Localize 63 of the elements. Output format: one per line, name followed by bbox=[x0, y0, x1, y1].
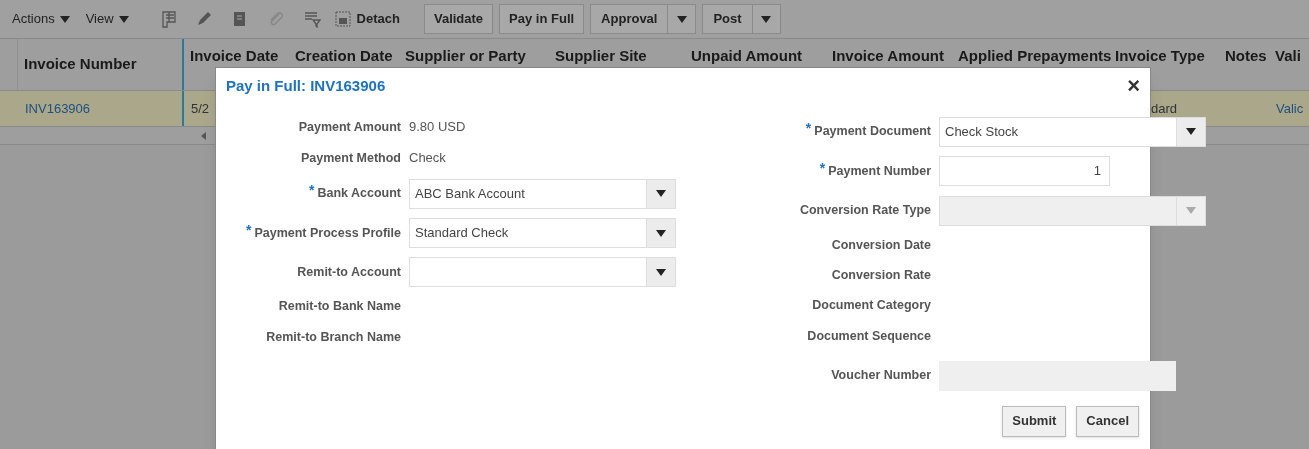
column-header[interactable]: Unpaid Amount bbox=[691, 47, 803, 65]
column-header[interactable]: Invoice Date bbox=[190, 47, 279, 65]
caret-icon bbox=[656, 268, 666, 276]
field-label: Payment Number bbox=[828, 162, 931, 180]
column-header[interactable]: Applied Prepayments bbox=[958, 47, 1112, 65]
column-header[interactable]: Vali bbox=[1275, 47, 1301, 65]
table-cell[interactable]: Valic bbox=[1276, 98, 1304, 119]
field-label: Remit-to Branch Name bbox=[266, 328, 401, 346]
field-label: Conversion Rate Type bbox=[799, 202, 931, 220]
column-header[interactable]: Notes bbox=[1225, 47, 1267, 65]
required-mark: * bbox=[245, 220, 252, 240]
toolbar-button[interactable]: Pay in Full bbox=[499, 4, 585, 34]
field-label: Conversion Date bbox=[831, 236, 931, 254]
split-button[interactable]: Approval bbox=[590, 4, 697, 34]
column-header[interactable]: Supplier or Party bbox=[405, 47, 526, 65]
field-label: Conversion Rate bbox=[831, 266, 931, 284]
field-label: Document Sequence bbox=[807, 327, 931, 345]
dialog-title: Pay in Full: INV163906 bbox=[226, 76, 386, 96]
filter-list-icon[interactable] bbox=[302, 10, 321, 28]
field-label: Remit-to Account bbox=[297, 263, 401, 281]
number-field[interactable]: 1 bbox=[939, 156, 1110, 186]
column-header[interactable]: Invoice Type bbox=[1115, 47, 1205, 65]
field-label: Payment Amount bbox=[298, 118, 401, 136]
menu-button[interactable]: View bbox=[85, 9, 129, 29]
detach-icon bbox=[334, 11, 351, 27]
caret-icon bbox=[1186, 207, 1196, 214]
toolbar-button[interactable]: Validate bbox=[423, 4, 494, 34]
required-mark: * bbox=[805, 119, 812, 138]
required-mark: * bbox=[308, 181, 315, 200]
column-header[interactable]: Invoice Number bbox=[24, 55, 137, 73]
dropdown-field[interactable] bbox=[409, 257, 676, 287]
dropdown-field[interactable]: Standard Check bbox=[409, 218, 676, 248]
caret-icon bbox=[59, 15, 70, 23]
dialog-button[interactable]: Submit bbox=[1002, 405, 1067, 437]
field-label: Remit-to Bank Name bbox=[278, 298, 401, 316]
required-mark: * bbox=[819, 158, 826, 178]
caret-icon bbox=[118, 15, 129, 23]
dropdown-field[interactable]: ABC Bank Account bbox=[409, 178, 676, 209]
dropdown-field[interactable]: Check Stock bbox=[939, 116, 1206, 147]
close-button[interactable]: × bbox=[1127, 75, 1140, 98]
field-label: Bank Account bbox=[317, 185, 401, 203]
table-cell-text: 5/2 bbox=[191, 99, 210, 118]
menu-button[interactable]: Actions bbox=[12, 9, 70, 29]
field-value: 9.80 USD bbox=[409, 118, 466, 137]
caret-icon bbox=[761, 15, 772, 23]
field-label: Voucher Number bbox=[831, 367, 931, 385]
caret-icon bbox=[676, 15, 687, 23]
field-label: Payment Document bbox=[814, 123, 931, 141]
dialog-button[interactable]: Cancel bbox=[1076, 405, 1139, 437]
field-label: Document Category bbox=[812, 297, 931, 315]
column-header[interactable]: Supplier Site bbox=[555, 47, 647, 65]
field-label: Payment Method bbox=[301, 149, 401, 167]
column-header[interactable]: Invoice Amount bbox=[832, 47, 944, 65]
caret-icon bbox=[656, 229, 666, 237]
field-label: Payment Process Profile bbox=[254, 224, 401, 242]
split-button[interactable]: Post bbox=[702, 4, 781, 34]
column-header[interactable]: Creation Date bbox=[295, 47, 393, 65]
table-cell[interactable]: INV163906 bbox=[25, 98, 91, 119]
scroll-left-icon bbox=[201, 131, 206, 140]
detach-button[interactable]: Detach bbox=[334, 9, 400, 29]
table-cell-text: dard bbox=[1151, 99, 1178, 118]
field-value: Check bbox=[409, 149, 446, 168]
caret-icon bbox=[656, 190, 666, 197]
